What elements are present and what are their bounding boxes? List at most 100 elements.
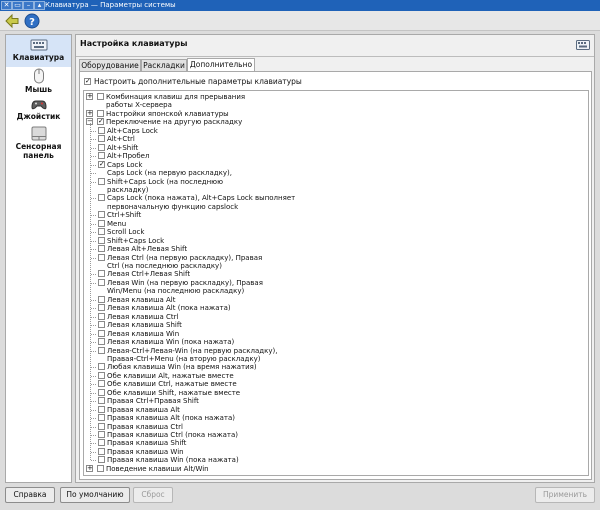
expand-icon[interactable]: + [86, 93, 93, 100]
tree-item[interactable]: Левая клавиша Alt (пока нажата) [84, 304, 584, 312]
tree-item[interactable]: Левая клавиша Ctrl [84, 312, 584, 321]
tree-checkbox[interactable] [98, 253, 105, 261]
tree-item[interactable]: Обе клавиши Alt, нажатые вместе [84, 371, 584, 380]
tree-item[interactable]: Левая клавиша Win (пока нажата) [84, 338, 584, 346]
tree-checkbox[interactable] [98, 329, 105, 337]
tab-hardware[interactable]: Оборудование [79, 59, 141, 71]
help-icon[interactable]: ? [24, 13, 40, 29]
tree-checkbox[interactable] [98, 380, 105, 388]
tree-item[interactable]: Левая клавиша Alt [84, 295, 584, 304]
tree-item[interactable]: Правая клавиша Alt (пока нажата) [84, 414, 584, 422]
maximize-window-icon[interactable]: ▭ [12, 1, 23, 10]
close-window-icon[interactable]: ✕ [1, 1, 12, 10]
expand-icon[interactable]: + [86, 464, 93, 472]
sidebar-item-keyboard[interactable]: Клавиатура [6, 35, 71, 67]
tree-connector [91, 384, 96, 386]
tree-checkbox[interactable] [98, 363, 105, 371]
tree-checkbox[interactable] [98, 236, 105, 244]
tree-item[interactable]: Alt+Shift [84, 143, 584, 152]
tree-checkbox[interactable]: ✓ [97, 118, 104, 126]
tree-item[interactable]: Левая Ctrl (на первую раскладку), Правая… [84, 253, 584, 271]
tree-checkbox[interactable] [98, 135, 105, 143]
configure-checkbox[interactable]: ✓ [84, 78, 91, 85]
tree-checkbox[interactable] [98, 295, 105, 303]
tree-item[interactable]: Caps Lock (на первую раскладку), [84, 169, 584, 177]
tree-item[interactable]: Menu [84, 219, 584, 228]
tree-item[interactable]: Alt+Ctrl [84, 135, 584, 143]
tree-checkbox[interactable] [97, 93, 104, 100]
tree-checkbox[interactable] [98, 194, 105, 202]
tab-advanced[interactable]: Дополнительно [187, 58, 255, 71]
tree-item[interactable]: Левая-Ctrl+Левая-Win (на первую раскладк… [84, 346, 584, 364]
tree-checkbox[interactable] [98, 456, 105, 464]
tree-item[interactable]: Любая клавиша Win (на время нажатия) [84, 363, 584, 371]
tree-item[interactable]: Правая клавиша Shift [84, 439, 584, 447]
tree-item[interactable]: Правая клавиша Alt [84, 405, 584, 414]
expand-icon[interactable]: + [86, 109, 93, 117]
tree-item[interactable]: Scroll Lock [84, 228, 584, 236]
tree-checkbox[interactable] [98, 405, 105, 413]
tree-checkbox[interactable] [98, 143, 105, 151]
tree-checkbox[interactable] [98, 228, 105, 236]
tree-item[interactable]: Правая клавиша Win [84, 447, 584, 456]
tree-item[interactable]: Левая клавиша Shift [84, 321, 584, 329]
tree-checkbox[interactable] [98, 278, 105, 286]
tree-checkbox[interactable] [98, 447, 105, 455]
tree-item[interactable]: Обе клавиши Ctrl, нажатые вместе [84, 380, 584, 388]
tree-checkbox[interactable] [98, 371, 105, 379]
tree-item[interactable]: Обе клавиши Shift, нажатые вместе [84, 388, 584, 397]
tree-checkbox[interactable] [98, 211, 105, 219]
defaults-button[interactable]: По умолчанию [60, 487, 130, 503]
tree-checkbox[interactable] [98, 414, 105, 422]
tree-checkbox[interactable] [98, 422, 105, 430]
tree-item[interactable]: + Настройки японской клавиатуры [84, 109, 584, 118]
tree-item[interactable]: − ✓ Переключение на другую раскладку [84, 118, 584, 126]
reset-button[interactable]: Сброс [133, 487, 173, 503]
tree-checkbox[interactable] [98, 346, 105, 354]
shade-window-icon[interactable]: ▴ [34, 1, 45, 10]
tree-item[interactable]: + Поведение клавиши Alt/Win [84, 464, 584, 473]
tree-checkbox[interactable] [97, 464, 104, 472]
tree-item[interactable]: Caps Lock (пока нажата), Alt+Caps Lock в… [84, 194, 584, 211]
tree-item[interactable]: Правая клавиша Ctrl [84, 422, 584, 431]
tree-checkbox[interactable] [98, 388, 105, 396]
apply-button[interactable]: Применить [535, 487, 595, 503]
back-arrow-icon[interactable] [4, 13, 20, 29]
sidebar-item-joystick[interactable]: Джойстик [6, 97, 71, 125]
tab-layouts[interactable]: Раскладки [141, 59, 187, 71]
tree-item[interactable]: Правая клавиша Win (пока нажата) [84, 456, 584, 464]
tree-checkbox[interactable] [98, 338, 105, 346]
sidebar-item-touchpad[interactable]: Сенсорная панель [6, 126, 71, 164]
tree-checkbox[interactable] [98, 177, 105, 185]
tree-checkbox[interactable] [98, 126, 105, 134]
tree-checkbox[interactable] [98, 431, 105, 438]
tree-item[interactable]: ✓ Caps Lock [84, 160, 584, 169]
tree-item[interactable]: Левая Win (на первую раскладку), Правая W… [84, 278, 584, 296]
tree-checkbox[interactable] [98, 312, 105, 320]
tree-item-label: работы X-сервера [106, 101, 172, 110]
tree-checkbox[interactable] [97, 109, 104, 117]
tree-checkbox[interactable] [98, 219, 105, 227]
tree-item[interactable]: Alt+Пробел [84, 152, 584, 160]
tree-checkbox[interactable] [98, 304, 105, 312]
minimize-window-icon[interactable]: – [23, 1, 34, 10]
tree-item[interactable]: Левая Alt+Левая Shift [84, 245, 584, 253]
sidebar-item-mouse[interactable]: Мышь [6, 68, 71, 96]
tree-checkbox[interactable] [98, 321, 105, 329]
tree-item[interactable]: + Комбинация клавиш для прерывания работы … [84, 93, 584, 110]
tree-checkbox[interactable] [98, 152, 105, 160]
tree-item[interactable]: Правая Ctrl+Правая Shift [84, 397, 584, 405]
tree-item[interactable]: Shift+Caps Lock (на последнюю раскладку) [84, 177, 584, 195]
tree-item[interactable]: Левая Ctrl+Левая Shift [84, 270, 584, 278]
tree-checkbox[interactable] [98, 270, 105, 278]
tree-item[interactable]: Shift+Caps Lock [84, 236, 584, 245]
tree-item[interactable]: Левая клавиша Win [84, 329, 584, 338]
tree-checkbox[interactable] [98, 439, 105, 447]
tree-checkbox[interactable]: ✓ [98, 160, 105, 168]
tree-item[interactable]: Ctrl+Shift [84, 211, 584, 219]
help-button[interactable]: Справка [5, 487, 55, 503]
tree-checkbox[interactable] [98, 245, 105, 253]
tree-item[interactable]: Правая клавиша Ctrl (пока нажата) [84, 431, 584, 439]
tree-checkbox[interactable] [98, 397, 105, 405]
tree-item[interactable]: Alt+Caps Lock [84, 126, 584, 135]
